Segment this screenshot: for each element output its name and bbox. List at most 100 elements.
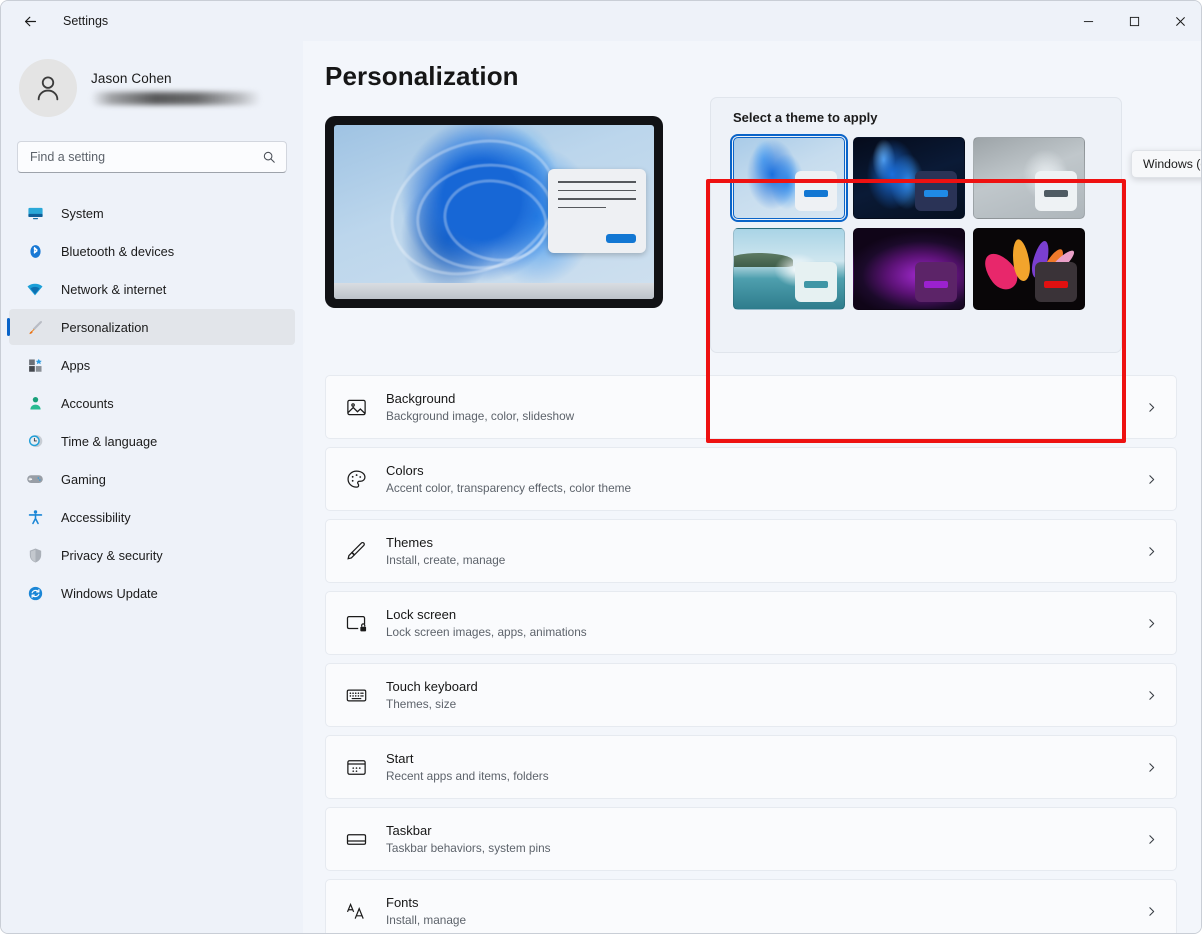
wifi-icon: [25, 279, 45, 299]
minimize-button[interactable]: [1065, 1, 1111, 41]
settings-row-background[interactable]: Background Background image, color, slid…: [325, 375, 1177, 439]
shield-icon: [25, 545, 45, 565]
theme-tile-sunrise-light[interactable]: [733, 228, 845, 310]
row-text: Background Background image, color, slid…: [386, 391, 1145, 423]
window-controls: [1065, 1, 1201, 41]
settings-row-colors[interactable]: Colors Accent color, transparency effect…: [325, 447, 1177, 511]
sidebar-item-bluetooth-devices[interactable]: Bluetooth & devices: [9, 233, 295, 269]
row-subtitle: Lock screen images, apps, animations: [386, 625, 587, 639]
monitor-icon: [25, 203, 45, 223]
theme-mini-accent: [1044, 281, 1068, 288]
row-text: Taskbar Taskbar behaviors, system pins: [386, 823, 1145, 855]
settings-row-taskbar[interactable]: Taskbar Taskbar behaviors, system pins: [325, 807, 1177, 871]
row-title: Background: [386, 391, 456, 406]
lock-screen-icon: [342, 609, 370, 637]
sidebar-item-gaming[interactable]: Gaming: [9, 461, 295, 497]
theme-tile-captured-motion-dark[interactable]: [973, 228, 1085, 310]
sidebar-item-label: Apps: [61, 357, 91, 373]
theme-tile-flow-light[interactable]: [973, 137, 1085, 219]
sidebar-item-system[interactable]: System: [9, 195, 295, 231]
sidebar-item-network-internet[interactable]: Network & internet: [9, 271, 295, 307]
themes-grid: [730, 134, 1121, 310]
sidebar-item-privacy-security[interactable]: Privacy & security: [9, 537, 295, 573]
settings-window: Settings Jason Cohen Find a setting Syst…: [0, 0, 1202, 934]
taskbar-icon: [342, 825, 370, 853]
gamepad-icon: [25, 469, 45, 489]
chevron-right-icon: [1145, 689, 1158, 702]
sidebar-item-accounts[interactable]: Accounts: [9, 385, 295, 421]
row-subtitle: Install, manage: [386, 913, 467, 927]
row-text: Lock screen Lock screen images, apps, an…: [386, 607, 1145, 639]
sidebar-item-time-language[interactable]: Time & language: [9, 423, 295, 459]
person-icon: [25, 393, 45, 413]
settings-row-lock-screen[interactable]: Lock screen Lock screen images, apps, an…: [325, 591, 1177, 655]
theme-tile-windows-dark[interactable]: [853, 137, 965, 219]
arrow-left-icon: [24, 16, 36, 26]
desktop-preview: [325, 116, 663, 308]
theme-mini-accent: [1044, 190, 1068, 197]
sidebar-item-label: Network & internet: [61, 281, 167, 297]
person-icon: [37, 76, 59, 101]
theme-mini-accent: [804, 281, 828, 288]
close-button[interactable]: [1157, 1, 1201, 41]
search-input[interactable]: [30, 150, 262, 164]
sidebar-item-windows-update[interactable]: Windows Update: [9, 575, 295, 611]
profile-name: Jason Cohen: [91, 71, 172, 86]
search-box[interactable]: [17, 141, 287, 173]
sidebar-item-label: Bluetooth & devices: [61, 243, 175, 259]
theme-mini-accent: [924, 190, 948, 197]
title-bar: Settings: [1, 1, 1201, 41]
sidebar-item-apps[interactable]: Apps: [9, 347, 295, 383]
update-refresh-icon: [25, 583, 45, 603]
bluetooth-icon: [25, 241, 45, 261]
row-subtitle: Taskbar behaviors, system pins: [386, 841, 551, 855]
theme-tooltip: Windows (dark), 1 images: [1131, 150, 1201, 178]
row-title: Themes: [386, 535, 433, 550]
row-text: Touch keyboard Themes, size: [386, 679, 1145, 711]
row-title: Start: [386, 751, 414, 766]
settings-row-themes[interactable]: Themes Install, create, manage: [325, 519, 1177, 583]
avatar: [19, 59, 77, 117]
row-title: Lock screen: [386, 607, 457, 622]
back-button[interactable]: [13, 6, 47, 36]
preview-screen: [334, 125, 654, 299]
settings-row-fonts[interactable]: Fonts Install, manage: [325, 879, 1177, 933]
chevron-right-icon: [1145, 617, 1158, 630]
maximize-icon: [1129, 16, 1139, 26]
sidebar-item-label: Gaming: [61, 471, 106, 487]
maximize-button[interactable]: [1111, 1, 1157, 41]
profile-email-redacted: [91, 92, 261, 105]
keyboard-icon: [342, 681, 370, 709]
row-subtitle: Themes, size: [386, 697, 457, 711]
preview-and-themes-row: Select a theme to apply Windows (: [325, 97, 1201, 443]
accessibility-icon: [25, 507, 45, 527]
theme-tile-glow-dark[interactable]: [853, 228, 965, 310]
row-title: Taskbar: [386, 823, 432, 838]
settings-row-touch-keyboard[interactable]: Touch keyboard Themes, size: [325, 663, 1177, 727]
sidebar-item-label: Personalization: [61, 319, 149, 335]
sidebar-item-label: Windows Update: [61, 585, 158, 601]
main-content: Personalization Select a theme to apply …: [303, 41, 1201, 933]
settings-row-start[interactable]: Start Recent apps and items, folders: [325, 735, 1177, 799]
fonts-icon: [342, 897, 370, 925]
app-title: Settings: [63, 14, 109, 28]
chevron-right-icon: [1145, 545, 1158, 558]
chevron-right-icon: [1145, 473, 1158, 486]
row-text: Themes Install, create, manage: [386, 535, 1145, 567]
sidebar: Jason Cohen System: [1, 41, 303, 933]
paintbrush-icon: [342, 537, 370, 565]
row-subtitle: Install, create, manage: [386, 553, 506, 567]
themes-panel: Select a theme to apply Windows (: [710, 97, 1201, 353]
row-title: Fonts: [386, 895, 419, 910]
close-icon: [1175, 16, 1185, 26]
row-text: Fonts Install, manage: [386, 895, 1145, 927]
start-menu-icon: [342, 753, 370, 781]
chevron-right-icon: [1145, 761, 1158, 774]
sidebar-item-label: Privacy & security: [61, 547, 163, 563]
theme-tile-windows-light[interactable]: [730, 134, 848, 222]
sidebar-item-personalization[interactable]: Personalization: [7, 309, 295, 345]
profile-section[interactable]: Jason Cohen: [19, 59, 303, 117]
sidebar-item-accessibility[interactable]: Accessibility: [9, 499, 295, 535]
sidebar-item-label: Accessibility: [61, 509, 131, 525]
preview-window-card: [548, 169, 646, 253]
